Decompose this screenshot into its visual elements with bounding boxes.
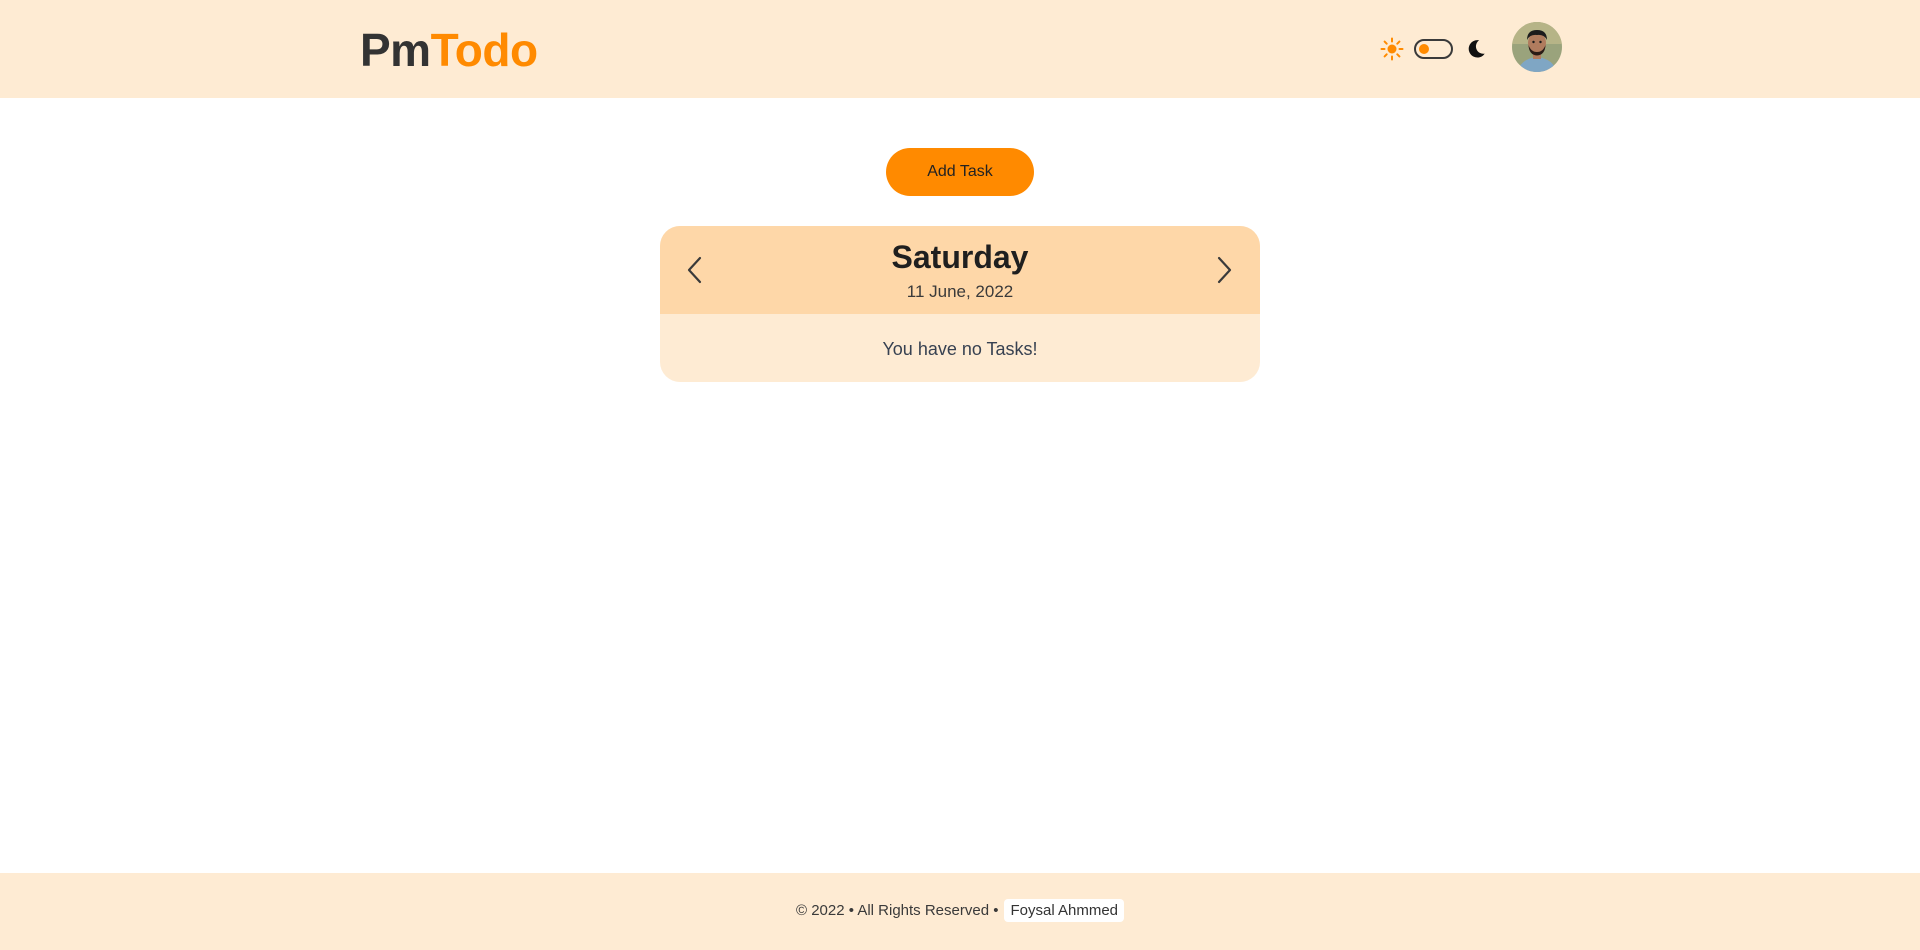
author-link[interactable]: Foysal Ahmmed <box>1004 899 1125 922</box>
day-date: 11 June, 2022 <box>906 282 1014 301</box>
empty-tasks-message: You have no Tasks! <box>882 339 1038 359</box>
toggle-knob <box>1419 44 1429 54</box>
day-card-header: Saturday 11 June, 2022 <box>660 226 1260 314</box>
logo-todo: Todo <box>430 24 538 76</box>
theme-switcher <box>1380 34 1487 64</box>
footer: © 2022 • All Rights Reserved • Foysal Ah… <box>0 873 1920 950</box>
add-task-button[interactable]: Add Task <box>886 148 1034 196</box>
chevron-right-icon <box>1217 256 1232 284</box>
logo[interactable]: PmTodo <box>360 24 538 76</box>
moon-icon <box>1468 40 1485 58</box>
copyright-text: © 2022 • All Rights Reserved • <box>795 902 999 919</box>
sun-icon <box>1380 37 1404 61</box>
logo-pm: Pm <box>360 24 431 76</box>
day-card: Saturday 11 June, 2022 You have no Tasks… <box>660 226 1260 382</box>
day-name: Saturday <box>891 239 1029 275</box>
user-avatar[interactable] <box>1512 22 1562 72</box>
theme-toggle[interactable] <box>1414 39 1453 59</box>
next-day-button[interactable] <box>1209 254 1239 286</box>
header: PmTodo <box>0 0 1920 98</box>
footer-content: © 2022 • All Rights Reserved • Foysal Ah… <box>0 899 1920 922</box>
avatar-image <box>1512 22 1562 72</box>
